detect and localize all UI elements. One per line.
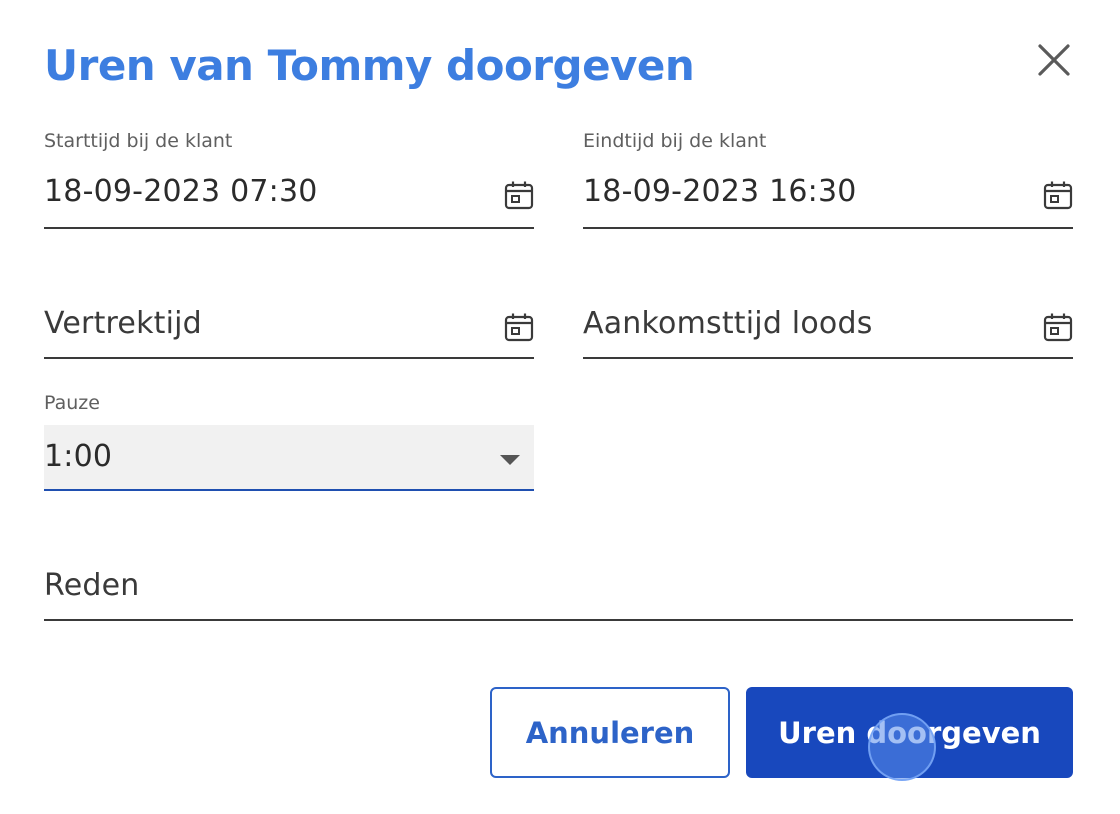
reason-underline — [44, 619, 1073, 621]
departure-time-underline — [44, 357, 534, 359]
start-time-label: Starttijd bij de klant — [44, 130, 233, 152]
calendar-icon[interactable] — [1043, 180, 1073, 210]
reason-placeholder[interactable]: Reden — [44, 568, 139, 603]
arrival-time-underline — [583, 357, 1073, 359]
departure-time-placeholder[interactable]: Vertrektijd — [44, 306, 202, 341]
departure-time-field[interactable]: Vertrektijd — [44, 300, 534, 359]
submit-hours-button[interactable]: Uren doorgeven — [746, 687, 1073, 778]
cancel-button-label: Annuleren — [525, 715, 695, 750]
submit-hours-button-label: Uren doorgeven — [778, 715, 1041, 750]
end-time-underline — [583, 227, 1073, 229]
end-time-label: Eindtijd bij de klant — [583, 130, 767, 152]
submit-hours-dialog: Uren van Tommy doorgeven Starttijd bij d… — [0, 0, 1120, 814]
cancel-button[interactable]: Annuleren — [490, 687, 730, 778]
pause-select-underline — [44, 489, 534, 491]
calendar-icon[interactable] — [504, 312, 534, 342]
pause-label: Pauze — [44, 392, 100, 414]
close-icon — [1038, 44, 1070, 76]
pause-select-background — [44, 425, 534, 491]
end-time-field[interactable]: Eindtijd bij de klant 18-09-2023 16:30 — [583, 128, 1073, 229]
start-time-value[interactable]: 18-09-2023 07:30 — [44, 174, 318, 209]
reason-field[interactable]: Reden — [44, 562, 1073, 621]
close-button[interactable] — [1032, 38, 1076, 82]
calendar-icon[interactable] — [504, 180, 534, 210]
start-time-underline — [44, 227, 534, 229]
calendar-icon[interactable] — [1043, 312, 1073, 342]
arrival-time-placeholder[interactable]: Aankomsttijd loods — [583, 306, 873, 341]
dialog-title: Uren van Tommy doorgeven — [44, 41, 695, 90]
pause-select[interactable]: 1:00 — [44, 425, 534, 491]
chevron-down-icon[interactable] — [500, 455, 520, 465]
pause-value[interactable]: 1:00 — [44, 439, 112, 474]
end-time-value[interactable]: 18-09-2023 16:30 — [583, 174, 857, 209]
arrival-time-field[interactable]: Aankomsttijd loods — [583, 300, 1073, 359]
start-time-field[interactable]: Starttijd bij de klant 18-09-2023 07:30 — [44, 128, 534, 229]
